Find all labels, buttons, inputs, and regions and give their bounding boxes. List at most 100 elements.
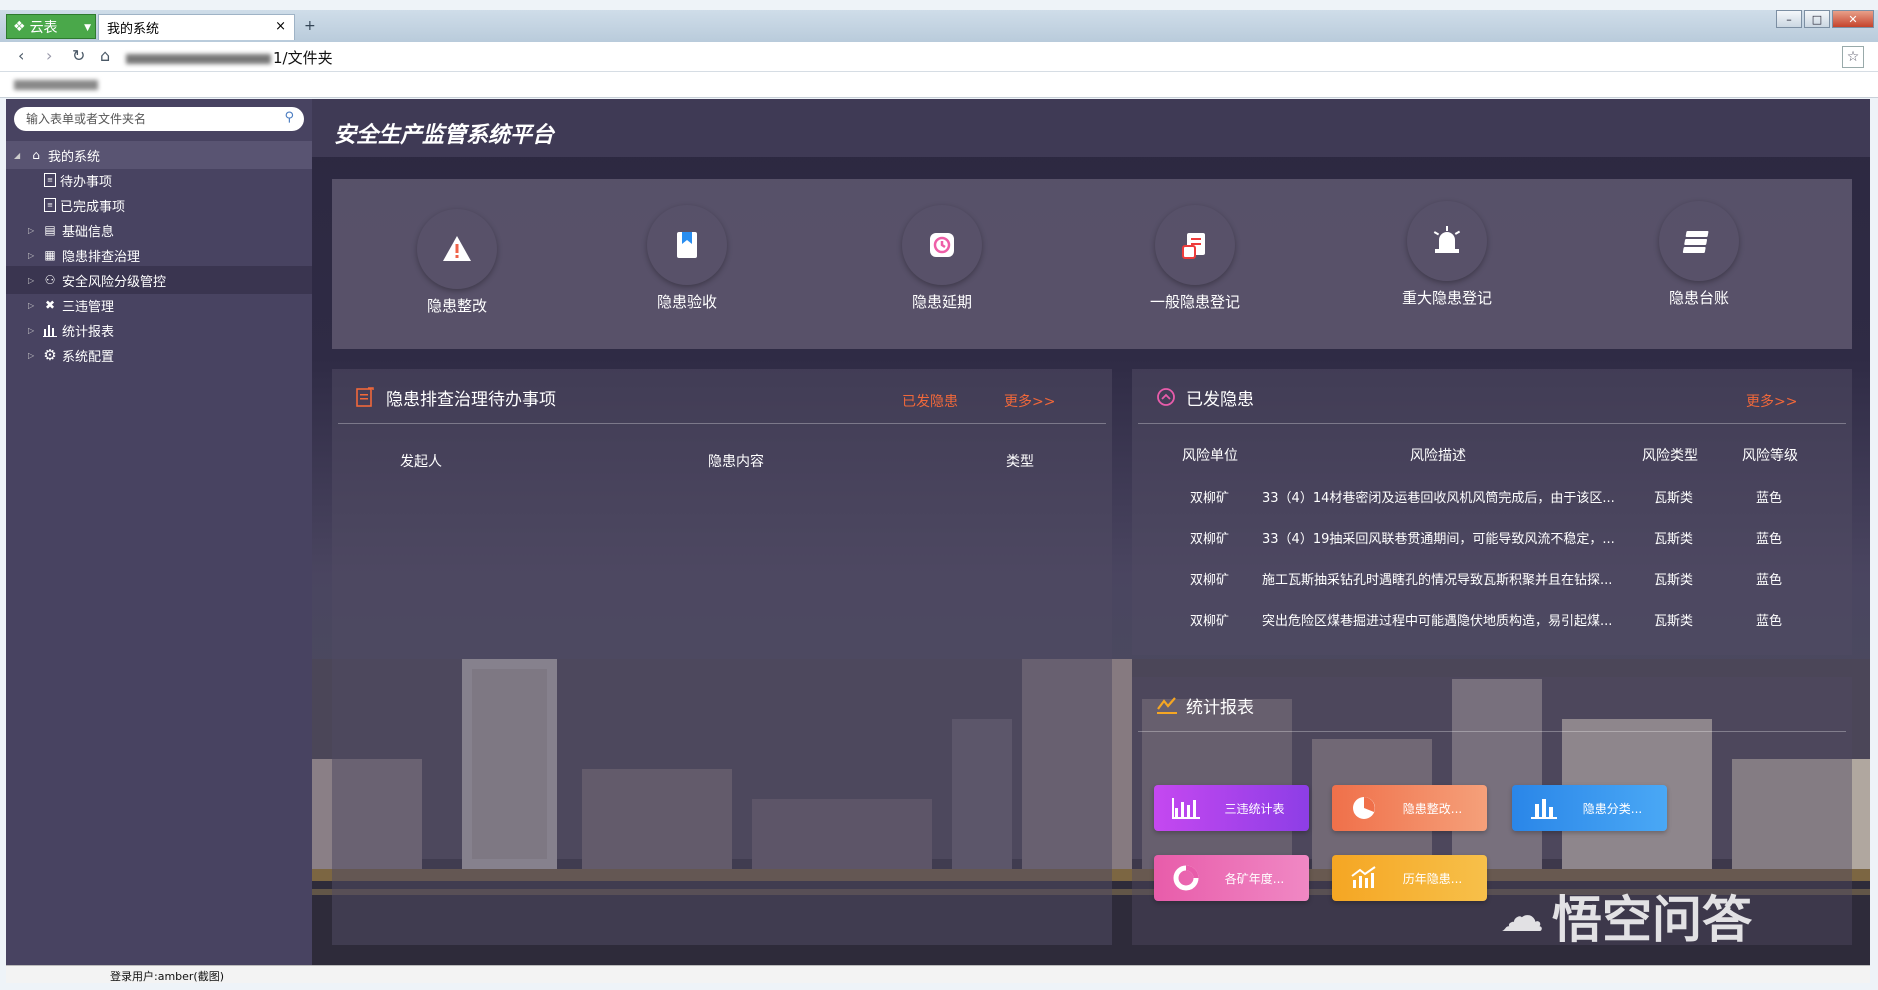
doc-register-icon xyxy=(1155,205,1235,285)
sidebar-item-risk-control[interactable]: ▷ ⚇ 安全风险分级管控 xyxy=(6,266,312,294)
new-tab-icon[interactable]: + xyxy=(304,18,316,34)
report-rectify-button[interactable]: 隐患整改... xyxy=(1332,785,1487,831)
list-icon: ≡ xyxy=(44,173,56,187)
forward-icon[interactable]: › xyxy=(46,46,52,65)
gear-icon: ⚙ xyxy=(43,346,57,364)
divider xyxy=(338,423,1106,424)
report-category-button[interactable]: 隐患分类... xyxy=(1512,785,1667,831)
report-history-button[interactable]: 历年隐患... xyxy=(1332,855,1487,901)
cell-type: 瓦斯类 xyxy=(1654,491,1694,506)
app-logo-icon: ❖ xyxy=(13,18,26,35)
sidebar-item-basic-info[interactable]: ▷ ▤ 基础信息 xyxy=(6,216,312,244)
maximize-icon[interactable]: □ xyxy=(1804,10,1830,28)
refresh-icon[interactable]: ↻ xyxy=(72,46,85,65)
cell-level: 蓝色 xyxy=(1756,614,1783,629)
bar-chart-icon xyxy=(42,322,58,338)
sidebar-item-violations[interactable]: ▷ ✖ 三违管理 xyxy=(6,291,312,319)
cell-type: 瓦斯类 xyxy=(1654,573,1694,588)
minimize-icon[interactable]: – xyxy=(1776,10,1802,28)
chevron-down-icon[interactable]: ▼ xyxy=(84,23,91,33)
warning-edit-icon xyxy=(417,209,497,289)
close-window-icon[interactable]: ✕ xyxy=(1832,10,1874,28)
cell-level: 蓝色 xyxy=(1756,573,1783,588)
bar-chart-icon xyxy=(1164,796,1208,820)
quick-action-rectify[interactable]: 隐患整改 xyxy=(377,189,537,329)
todo-more-link[interactable]: 更多>> xyxy=(1004,391,1055,411)
collapsed-icon[interactable]: ▷ xyxy=(28,226,38,235)
growth-chart-icon xyxy=(1342,865,1386,891)
url-redacted xyxy=(126,53,271,64)
collapsed-icon[interactable]: ▷ xyxy=(28,351,38,360)
sidebar-item-done[interactable]: ≡ 已完成事项 xyxy=(6,191,312,219)
todo-panel: 隐患排查治理待办事项 已发隐患 更多>> 发起人 隐患内容 类型 xyxy=(332,369,1112,945)
quick-action-label: 隐患整改 xyxy=(426,297,487,315)
issued-hazards-panel: 已发隐患 更多>> 风险单位 风险描述 风险类型 风险等级 双柳矿 33（4）1… xyxy=(1132,369,1852,655)
collapsed-icon[interactable]: ▷ xyxy=(28,276,38,285)
app-menu-tab[interactable]: ❖ 云表 ▼ xyxy=(6,14,96,39)
column-header: 隐患内容 xyxy=(708,454,764,470)
issued-hazard-icon xyxy=(1156,387,1176,412)
quick-action-accept[interactable]: 隐患验收 xyxy=(607,189,767,329)
quick-action-ledger[interactable]: 隐患台账 xyxy=(1619,189,1779,329)
tab-title: 我的系统 xyxy=(107,22,160,37)
trend-icon xyxy=(1156,695,1178,720)
sidebar-item-root[interactable]: ◢ ⌂ 我的系统 xyxy=(6,141,312,169)
quick-actions-panel: 隐患整改 隐患验收 隐患延期 一般隐患登记 重大隐患登记 隐患台账 xyxy=(332,179,1852,349)
cell-description: 施工瓦斯抽采钻孔时遇瞎孔的情况导致瓦斯积聚并且在钻探... xyxy=(1262,573,1613,588)
collapsed-icon[interactable]: ▷ xyxy=(28,326,38,335)
report-violations-button[interactable]: 三违统计表 xyxy=(1154,785,1309,831)
pie-chart-icon xyxy=(1342,794,1386,822)
cell-description: 33（4）19抽采回风联巷贯通期间，可能导致风流不稳定，... xyxy=(1262,532,1615,547)
favorite-star-icon[interactable]: ☆ xyxy=(1842,46,1864,68)
column-header: 风险类型 xyxy=(1642,448,1698,464)
list-icon: ≡ xyxy=(44,198,56,212)
close-tab-icon[interactable]: × xyxy=(275,19,286,34)
expanded-icon[interactable]: ◢ xyxy=(14,151,24,160)
collapsed-icon[interactable]: ▷ xyxy=(28,251,38,260)
favorites-redacted xyxy=(14,80,98,90)
column-header: 风险描述 xyxy=(1410,448,1466,464)
main-content: 安全生产监管系统平台 隐患整改 隐患验收 隐患延期 一般隐患登记 重大隐患登记 … xyxy=(312,99,1870,965)
app-tab-label: 云表 xyxy=(29,19,58,36)
tab-my-system[interactable]: 我的系统 × xyxy=(98,14,295,40)
back-icon[interactable]: ‹ xyxy=(18,46,24,65)
issued-hazard-link[interactable]: 已发隐患 xyxy=(902,391,958,411)
sidebar-item-label: 三违管理 xyxy=(62,299,115,315)
report-button-label: 三违统计表 xyxy=(1224,801,1285,816)
ledger-icon xyxy=(1659,201,1739,281)
status-bar: 登录用户:amber(截图) xyxy=(6,965,1870,983)
quick-action-extend[interactable]: 隐患延期 xyxy=(862,189,1022,329)
users-icon: ⚇ xyxy=(44,273,56,287)
sidebar-item-label: 系统配置 xyxy=(62,349,115,365)
search-input[interactable] xyxy=(26,112,266,126)
sidebar-item-reports[interactable]: ▷ 统计报表 xyxy=(6,316,312,344)
alarm-icon xyxy=(1407,201,1487,281)
home-icon[interactable]: ⌂ xyxy=(100,46,110,65)
issued-panel-title: 已发隐患 xyxy=(1186,390,1254,410)
inspect-icon: ▦ xyxy=(44,248,56,262)
quick-action-major-register[interactable]: 重大隐患登记 xyxy=(1367,189,1527,329)
login-user-text: 登录用户:amber(截图) xyxy=(110,970,225,983)
report-annual-button[interactable]: 各矿年度... xyxy=(1154,855,1309,901)
tab-bar: ❖ 云表 ▼ 我的系统 × + – □ ✕ xyxy=(0,10,1878,42)
search-box: ⚲ xyxy=(14,107,304,131)
id-card-icon: ▤ xyxy=(44,223,56,237)
divider xyxy=(1138,731,1846,732)
quick-action-label: 重大隐患登记 xyxy=(1401,289,1492,307)
collapsed-icon[interactable]: ▷ xyxy=(28,301,38,310)
sidebar-item-todo[interactable]: ≡ 待办事项 xyxy=(6,166,312,194)
sidebar-item-hazard-check[interactable]: ▷ ▦ 隐患排查治理 xyxy=(6,241,312,269)
sidebar-item-settings[interactable]: ▷ ⚙ 系统配置 xyxy=(6,341,312,369)
donut-chart-icon xyxy=(1164,864,1208,892)
home-icon: ⌂ xyxy=(32,148,40,162)
url-suffix: 1/文件夹 xyxy=(273,49,333,67)
quick-action-general-register[interactable]: 一般隐患登记 xyxy=(1115,189,1275,329)
column-header: 风险等级 xyxy=(1742,448,1798,464)
quick-action-label: 隐患延期 xyxy=(911,293,972,311)
issued-more-link[interactable]: 更多>> xyxy=(1746,391,1797,411)
search-icon[interactable]: ⚲ xyxy=(284,110,294,125)
browser-window: ❖ 云表 ▼ 我的系统 × + – □ ✕ ‹ › ↻ ⌂ 1/文件夹 ☆ ⚲ xyxy=(0,0,1878,990)
url-field[interactable]: 1/文件夹 xyxy=(126,47,333,68)
column-header: 发起人 xyxy=(400,454,442,470)
bar-chart-icon xyxy=(1522,796,1566,820)
